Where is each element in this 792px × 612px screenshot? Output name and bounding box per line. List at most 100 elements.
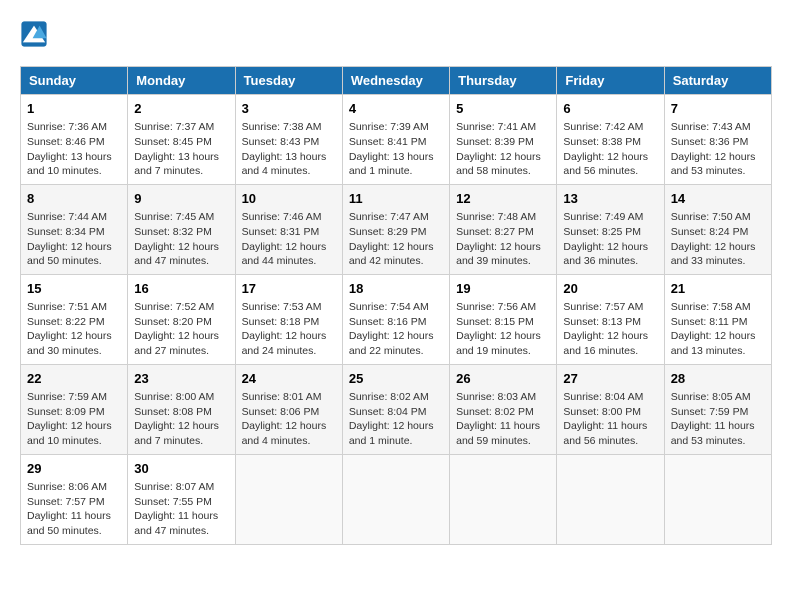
day-number: 13: [563, 190, 657, 208]
calendar-cell: 15 Sunrise: 7:51 AMSunset: 8:22 PMDayligh…: [21, 274, 128, 364]
day-info: Daylight: 12 hours and 58 minutes.: [456, 150, 550, 179]
day-info: Daylight: 12 hours and 30 minutes.: [27, 329, 121, 358]
day-number: 19: [456, 280, 550, 298]
day-info: Sunrise: 7:39 AM: [349, 120, 443, 135]
calendar-cell: 11Sunrise: 7:47 AMSunset: 8:29 PMDayligh…: [342, 184, 449, 274]
calendar-cell: [450, 454, 557, 544]
day-of-week-header: Thursday: [450, 67, 557, 95]
day-info: Sunrise: 7:51 AM: [27, 300, 121, 315]
day-number: 4: [349, 100, 443, 118]
calendar-cell: 20Sunrise: 7:57 AMSunset: 8:13 PMDayligh…: [557, 274, 664, 364]
calendar-cell: 2Sunrise: 7:37 AMSunset: 8:45 PMDaylight…: [128, 95, 235, 185]
day-info: Sunset: 8:43 PM: [242, 135, 336, 150]
calendar-cell: 21Sunrise: 7:58 AMSunset: 8:11 PMDayligh…: [664, 274, 771, 364]
day-info: Daylight: 12 hours and 39 minutes.: [456, 240, 550, 269]
day-of-week-header: Friday: [557, 67, 664, 95]
day-number: 17: [242, 280, 336, 298]
day-number: 9: [134, 190, 228, 208]
calendar-cell: 19Sunrise: 7:56 AMSunset: 8:15 PMDayligh…: [450, 274, 557, 364]
day-number: 6: [563, 100, 657, 118]
day-info: Daylight: 12 hours and 36 minutes.: [563, 240, 657, 269]
day-number: 18: [349, 280, 443, 298]
day-info: Daylight: 13 hours and 7 minutes.: [134, 150, 228, 179]
day-info: Sunset: 7:55 PM: [134, 495, 228, 510]
day-number: 24: [242, 370, 336, 388]
day-number: 22: [27, 370, 121, 388]
day-number: 1: [27, 100, 121, 118]
calendar-cell: 26 Sunrise: 8:03 AMSunset: 8:02 PMDayligh…: [450, 364, 557, 454]
day-number: 30: [134, 460, 228, 478]
calendar-cell: 4Sunrise: 7:39 AMSunset: 8:41 PMDaylight…: [342, 95, 449, 185]
day-info: Sunset: 8:39 PM: [456, 135, 550, 150]
day-number: 23: [134, 370, 228, 388]
calendar-cell: 7 Sunrise: 7:43 AMSunset: 8:36 PMDaylight…: [664, 95, 771, 185]
day-info: Sunset: 8:16 PM: [349, 315, 443, 330]
day-info: Sunset: 8:04 PM: [349, 405, 443, 420]
calendar-cell: 23Sunrise: 8:00 AMSunset: 8:08 PMDayligh…: [128, 364, 235, 454]
day-info: Daylight: 11 hours and 59 minutes.: [456, 419, 550, 448]
day-number: 16: [134, 280, 228, 298]
day-info: Sunset: 8:22 PM: [27, 315, 121, 330]
day-info: Sunrise: 8:07 AM: [134, 480, 228, 495]
day-number: 8: [27, 190, 121, 208]
day-of-week-header: Monday: [128, 67, 235, 95]
day-info: Sunrise: 7:50 AM: [671, 210, 765, 225]
day-info: Sunset: 8:29 PM: [349, 225, 443, 240]
day-number: 5: [456, 100, 550, 118]
day-info: Sunrise: 7:49 AM: [563, 210, 657, 225]
day-number: 20: [563, 280, 657, 298]
day-info: Sunset: 8:32 PM: [134, 225, 228, 240]
day-info: Sunset: 8:36 PM: [671, 135, 765, 150]
day-number: 29: [27, 460, 121, 478]
day-info: Sunset: 8:11 PM: [671, 315, 765, 330]
day-info: Sunrise: 8:01 AM: [242, 390, 336, 405]
calendar-cell: 8Sunrise: 7:44 AMSunset: 8:34 PMDaylight…: [21, 184, 128, 274]
calendar-cell: 9Sunrise: 7:45 AMSunset: 8:32 PMDaylight…: [128, 184, 235, 274]
day-info: Sunrise: 7:42 AM: [563, 120, 657, 135]
day-info: Sunset: 8:09 PM: [27, 405, 121, 420]
calendar-cell: 12Sunrise: 7:48 AMSunset: 8:27 PMDayligh…: [450, 184, 557, 274]
calendar-cell: 1 Sunrise: 7:36 AMSunset: 8:46 PMDaylight…: [21, 95, 128, 185]
calendar-table: SundayMondayTuesdayWednesdayThursdayFrid…: [20, 66, 772, 545]
day-info: Sunrise: 7:58 AM: [671, 300, 765, 315]
day-number: 26: [456, 370, 550, 388]
day-number: 21: [671, 280, 765, 298]
day-info: Daylight: 12 hours and 1 minute.: [349, 419, 443, 448]
day-info: Sunrise: 7:48 AM: [456, 210, 550, 225]
day-info: Sunrise: 8:03 AM: [456, 390, 550, 405]
calendar-cell: [664, 454, 771, 544]
day-info: Daylight: 12 hours and 50 minutes.: [27, 240, 121, 269]
day-number: 2: [134, 100, 228, 118]
day-number: 28: [671, 370, 765, 388]
day-info: Sunrise: 8:00 AM: [134, 390, 228, 405]
day-info: Sunrise: 7:52 AM: [134, 300, 228, 315]
day-info: Daylight: 13 hours and 10 minutes.: [27, 150, 121, 179]
day-info: Sunrise: 7:36 AM: [27, 120, 121, 135]
day-info: Sunrise: 8:06 AM: [27, 480, 121, 495]
day-info: Sunset: 8:27 PM: [456, 225, 550, 240]
day-info: Daylight: 12 hours and 56 minutes.: [563, 150, 657, 179]
day-info: Sunset: 8:20 PM: [134, 315, 228, 330]
logo: [20, 20, 52, 48]
day-of-week-header: Tuesday: [235, 67, 342, 95]
day-info: Daylight: 11 hours and 47 minutes.: [134, 509, 228, 538]
day-info: Sunrise: 7:53 AM: [242, 300, 336, 315]
day-info: Sunrise: 7:46 AM: [242, 210, 336, 225]
day-info: Sunset: 8:34 PM: [27, 225, 121, 240]
day-info: Daylight: 12 hours and 27 minutes.: [134, 329, 228, 358]
day-info: Sunset: 8:46 PM: [27, 135, 121, 150]
day-info: Daylight: 13 hours and 1 minute.: [349, 150, 443, 179]
day-info: Sunset: 8:24 PM: [671, 225, 765, 240]
day-info: Sunset: 8:02 PM: [456, 405, 550, 420]
day-info: Sunrise: 7:43 AM: [671, 120, 765, 135]
calendar-cell: [235, 454, 342, 544]
day-info: Daylight: 12 hours and 33 minutes.: [671, 240, 765, 269]
day-of-week-header: Saturday: [664, 67, 771, 95]
day-number: 7: [671, 100, 765, 118]
calendar-cell: 14Sunrise: 7:50 AMSunset: 8:24 PMDayligh…: [664, 184, 771, 274]
day-info: Daylight: 12 hours and 53 minutes.: [671, 150, 765, 179]
calendar-cell: 13Sunrise: 7:49 AMSunset: 8:25 PMDayligh…: [557, 184, 664, 274]
day-info: Sunrise: 7:56 AM: [456, 300, 550, 315]
day-number: 15: [27, 280, 121, 298]
day-info: Daylight: 12 hours and 10 minutes.: [27, 419, 121, 448]
